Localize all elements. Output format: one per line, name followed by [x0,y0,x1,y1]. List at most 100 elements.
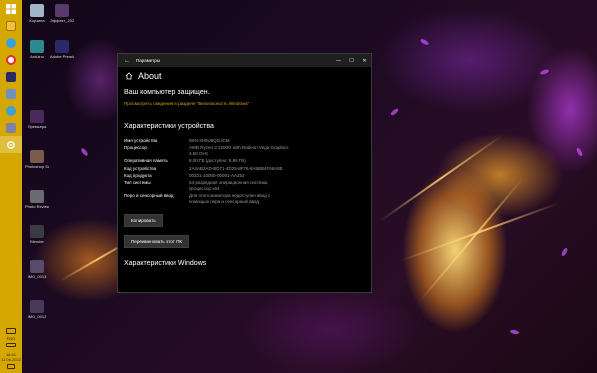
system-tray: ENG 18:41 11.06.2022 [0,326,22,373]
desktop-icon[interactable]: Корзина [26,4,48,23]
minimize-button[interactable]: — [332,54,345,67]
desktop-icon-label: Blender [30,239,44,244]
spec-value: AMD Ryzen 3 2200G with Radeon Vega Graph… [189,145,289,157]
photo-icon [30,190,44,203]
spec-label: Оперативная память [124,158,168,164]
spec-row: Имя устройства WIN-3H0U5QGJCM [124,138,365,144]
wallpaper-streak [379,134,504,222]
desktop-icon-label: Эффект_2023... [50,18,74,23]
spec-label: Имя устройства [124,138,158,143]
taskbar-photos[interactable] [0,85,22,102]
desktop-icon-label: Photo Review [25,204,49,209]
close-button[interactable]: ✕ [358,54,371,67]
notifications-icon[interactable] [7,364,15,369]
wallpaper-petal [80,147,89,157]
input-language[interactable]: ENG [7,336,16,341]
copy-button[interactable]: Копировать [124,214,163,228]
image-file-icon [30,300,44,313]
photos-icon [6,88,16,99]
desktop-icon-label: IMG_0013 [27,274,47,279]
spec-row: Код устройства 2A4AB2AD-BD71-4D25-8F76-8… [124,166,365,172]
spec-row: Код продукта 00331-10000-00001-AA253 [124,173,365,179]
spec-value: Для этого монитора недоступен ввод с пом… [189,193,271,205]
telegram-icon [6,37,16,48]
volume-icon[interactable] [6,343,16,347]
spec-label: Перо и сенсорный ввод [124,193,174,199]
spec-row: Тип системы 64-разрядная операционная си… [124,180,365,192]
spec-row: Процессор AMD Ryzen 3 2200G with Radeon … [124,145,365,157]
desktop-icon-label: Премьера [27,124,47,129]
spec-value: 00331-10000-00001-AA253 [189,172,245,178]
desktop-icon[interactable]: Blender [26,225,48,244]
yandex-browser-icon [6,54,16,65]
premiere-icon [6,71,16,82]
desktop-icon[interactable]: Photoshop Scatter [25,150,49,169]
desktop-icon-label: IMG_0012 [27,314,47,319]
network-icon[interactable] [6,328,16,334]
desktop-icon-label: Photoshop Scatter [25,164,49,169]
start-button[interactable] [0,0,22,17]
taskbar-telegram[interactable] [0,34,22,51]
desktop-icon-label: Корзина [29,18,45,23]
wallpaper-petal [575,147,584,157]
taskbar-store[interactable] [0,119,22,136]
premiere-project-icon [55,40,69,53]
desktop-icon[interactable]: IMG_0013 [26,260,48,279]
desktop-icon-label: Arduino [30,54,44,59]
taskbar-yandex-browser[interactable] [0,51,22,68]
home-icon[interactable] [124,71,134,81]
wallpaper-petal [509,329,520,335]
spec-value: 64-разрядная операционная система, проце… [189,180,269,192]
desktop-icon[interactable]: Премьера [26,110,48,129]
premiere-icon [30,110,44,123]
window-title: Параметры [136,58,160,63]
desktop-icon[interactable]: Эффект_2023... [50,4,74,23]
folder-icon [6,20,16,31]
desktop-icon[interactable]: Adobe Premiere... [50,40,74,59]
store-icon [6,122,16,133]
recycle-bin-icon [30,4,44,17]
settings-window: ← Параметры — ☐ ✕ About Ваш компьютер за… [117,53,372,293]
wallpaper-petal [560,247,569,257]
spec-row: Перо и сенсорный ввод Для этого монитора… [124,193,365,205]
desktop-icon[interactable]: IMG_0012 [26,300,48,319]
arduino-icon [30,40,44,53]
back-button[interactable]: ← [118,54,136,67]
desktop-icon[interactable]: Photo Review [25,190,49,209]
spec-label: Код устройства [124,165,157,171]
window-titlebar[interactable]: ← Параметры — ☐ ✕ [118,54,371,67]
spec-value: WIN-3H0U5QGJCM [189,138,230,143]
page-header: About [118,67,371,84]
settings-content: Ваш компьютер защищен. Просмотреть сведе… [118,89,371,267]
rename-pc-button[interactable]: Переименовать этот ПК [124,235,190,249]
wallpaper-petal [389,107,400,117]
video-file-icon [55,4,69,17]
maximize-button[interactable]: ☐ [345,54,358,67]
windows-security-link[interactable]: Просмотреть сведения в разделе "Безопасн… [124,101,254,107]
photoshop-icon [30,150,44,163]
protection-status: Ваш компьютер защищен. [124,89,210,96]
windows-start-icon [6,3,16,14]
wallpaper-petal [419,38,430,46]
wallpaper-streak [419,177,524,302]
device-specs-list: Имя устройства WIN-3H0U5QGJCM Процессор … [124,138,365,205]
page-title: About [138,70,162,81]
spec-value: 8,00 ГБ (доступно: 5,95 ГБ) [189,158,246,164]
spec-label: Тип системы [124,180,151,186]
web-icon [6,105,16,116]
spec-label: Код продукта [124,172,152,178]
taskbar-settings[interactable] [0,136,22,153]
spec-label: Процессор [124,145,147,151]
taskbar-premiere[interactable] [0,68,22,85]
device-specs-heading: Характеристики устройства [124,123,214,130]
blender-icon [30,225,44,238]
wallpaper-petal [539,68,550,76]
taskbar: ENG 18:41 11.06.2022 [0,0,22,373]
taskbar-file-explorer[interactable] [0,17,22,34]
taskbar-web[interactable] [0,102,22,119]
desktop-icon[interactable]: Arduino [26,40,48,59]
settings-icon [7,140,15,149]
clock-date[interactable]: 11.06.2022 [1,357,21,362]
wallpaper-streak [399,201,561,262]
desktop-icon-label: Adobe Premiere... [50,54,74,59]
